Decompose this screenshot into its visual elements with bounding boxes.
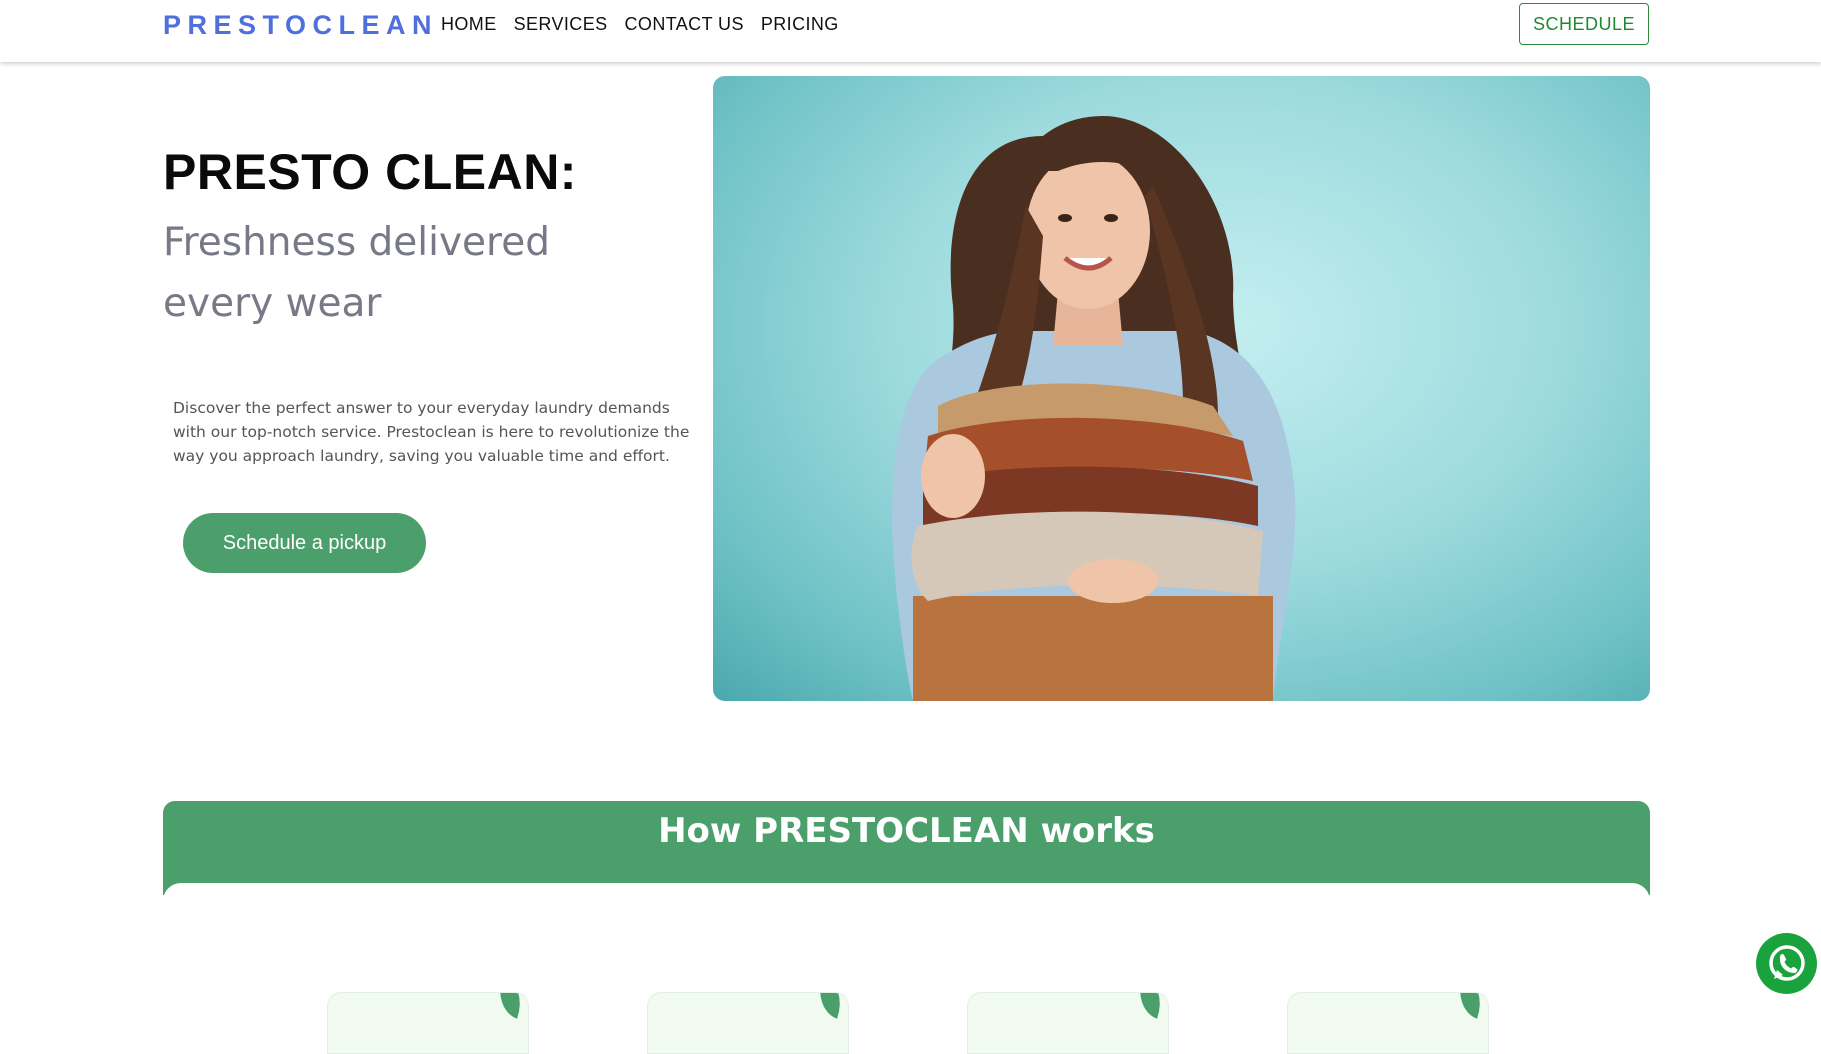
whatsapp-icon: [1768, 944, 1805, 981]
schedule-button[interactable]: SCHEDULE: [1519, 3, 1649, 45]
schedule-pickup-button[interactable]: Schedule a pickup: [183, 513, 426, 573]
step-card-1: [327, 992, 529, 1054]
nav-link-services[interactable]: SERVICES: [514, 14, 608, 35]
step-card-4: [1287, 992, 1489, 1054]
step-card-3: [967, 992, 1169, 1054]
whatsapp-button[interactable]: [1756, 933, 1817, 994]
nav-link-pricing[interactable]: PRICING: [761, 14, 839, 35]
hero-image: [713, 76, 1650, 701]
brand-logo[interactable]: PRESTOCLEAN: [163, 10, 438, 41]
top-navbar: PRESTOCLEAN HOME SERVICES CONTACT US PRI…: [0, 0, 1821, 62]
nav-link-contact-us[interactable]: CONTACT US: [625, 14, 744, 35]
hero-description: Discover the perfect answer to your ever…: [173, 399, 690, 465]
main-nav: HOME SERVICES CONTACT US PRICING: [441, 14, 839, 35]
leaf-icon: [1450, 993, 1488, 1019]
step-card-2: [647, 992, 849, 1054]
leaf-icon: [490, 993, 528, 1019]
leaf-icon: [810, 993, 848, 1019]
leaf-icon: [1130, 993, 1168, 1019]
hero-subtitle: Freshness delivered every wear: [163, 220, 550, 326]
nav-link-home[interactable]: HOME: [441, 14, 497, 35]
woman-holding-sweaters-illustration: [892, 116, 1296, 701]
hero-title: PRESTO CLEAN:: [163, 144, 577, 200]
how-it-works-title: How PRESTOCLEAN works: [658, 811, 1155, 851]
how-it-works-section: How PRESTOCLEAN works: [163, 801, 1650, 895]
